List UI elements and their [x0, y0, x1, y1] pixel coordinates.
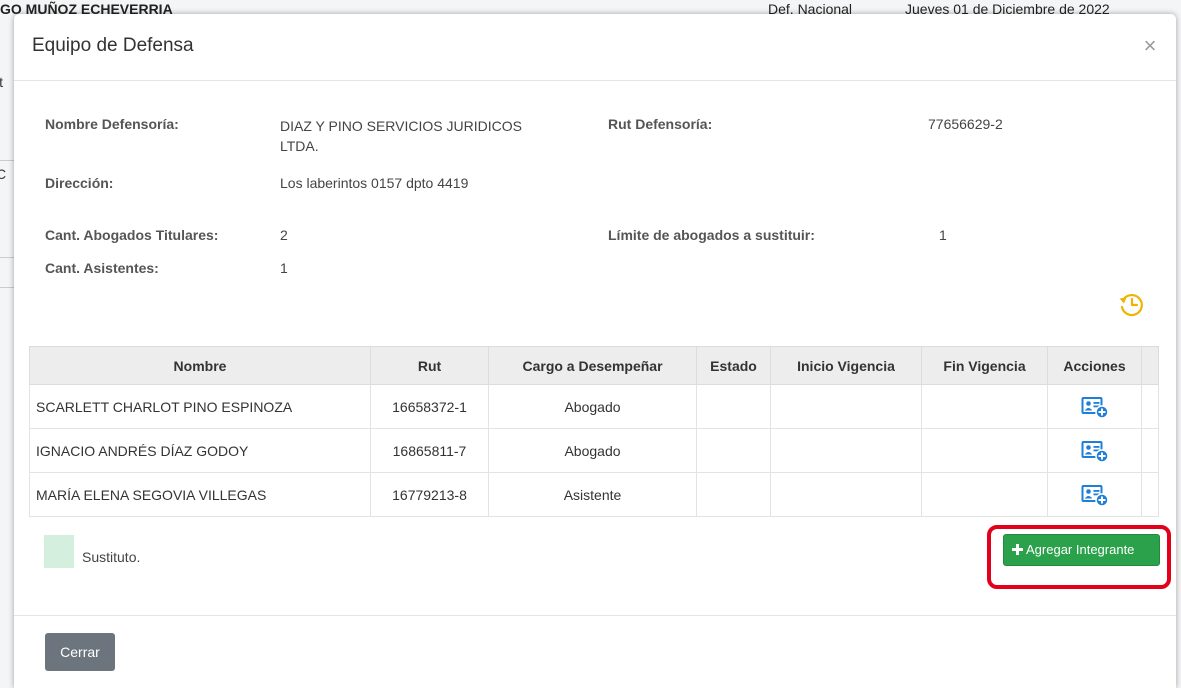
- cell-cargo: Asistente: [488, 472, 697, 517]
- limite-abogados-value: 1: [939, 227, 947, 243]
- plus-icon: [1012, 544, 1023, 555]
- background-divider: [0, 287, 14, 288]
- cell-spacer: [1141, 384, 1159, 429]
- rut-defensoria-value: 77656629-2: [928, 116, 1003, 132]
- cell-acciones: [1047, 384, 1142, 429]
- modal-footer-divider: [14, 615, 1176, 616]
- cell-estado: [696, 428, 771, 473]
- nombre-defensoria-label: Nombre Defensoría:: [45, 116, 179, 132]
- cell-estado: [696, 472, 771, 517]
- add-user-card-icon[interactable]: [1081, 395, 1109, 419]
- cell-inicio-vigencia: [770, 472, 922, 517]
- column-header-nombre[interactable]: Nombre: [29, 346, 371, 385]
- cerrar-button[interactable]: Cerrar: [45, 633, 115, 671]
- cell-fin-vigencia: [921, 384, 1048, 429]
- team-table: Nombre Rut Cargo a Desempeñar Estado Ini…: [29, 346, 1159, 517]
- column-header-fin-vigencia[interactable]: Fin Vigencia: [921, 346, 1048, 385]
- column-header-estado[interactable]: Estado: [696, 346, 771, 385]
- background-divider: [0, 257, 14, 258]
- cell-nombre: IGNACIO ANDRÉS DÍAZ GODOY: [29, 428, 371, 473]
- history-clock-icon[interactable]: [1117, 290, 1145, 318]
- cell-fin-vigencia: [921, 428, 1048, 473]
- cell-nombre: SCARLETT CHARLOT PINO ESPINOZA: [29, 384, 371, 429]
- sustituto-color-swatch: [44, 535, 74, 568]
- table-row: IGNACIO ANDRÉS DÍAZ GODOY 16865811-7 Abo…: [29, 428, 1159, 473]
- agregar-integrante-button[interactable]: Agregar Integrante: [1003, 534, 1160, 566]
- cell-spacer: [1141, 428, 1159, 473]
- background-date: Jueves 01 de Diciembre de 2022: [905, 1, 1110, 14]
- column-header-acciones: Acciones: [1047, 346, 1142, 385]
- background-header: GO MUÑOZ ECHEVERRIA Def. Nacional Jueves…: [0, 0, 1181, 14]
- asistentes-label: Cant. Asistentes:: [45, 260, 159, 276]
- background-text-fragment: C: [0, 166, 7, 182]
- background-user-name: GO MUÑOZ ECHEVERRIA: [0, 1, 173, 14]
- close-icon[interactable]: ×: [1140, 34, 1160, 58]
- cell-acciones: [1047, 428, 1142, 473]
- background-text-fragment: it: [0, 74, 3, 90]
- cell-cargo: Abogado: [488, 384, 697, 429]
- column-header-inicio-vigencia[interactable]: Inicio Vigencia: [770, 346, 922, 385]
- sustituto-legend-label: Sustituto.: [82, 549, 141, 565]
- abogados-titulares-label: Cant. Abogados Titulares:: [45, 227, 219, 243]
- cell-inicio-vigencia: [770, 428, 922, 473]
- cell-spacer: [1141, 472, 1159, 517]
- equipo-defensa-modal: Equipo de Defensa × Nombre Defensoría: D…: [14, 14, 1176, 688]
- cell-rut: 16865811-7: [370, 428, 489, 473]
- rut-defensoria-label: Rut Defensoría:: [608, 116, 713, 132]
- direccion-value: Los laberintos 0157 dpto 4419: [280, 175, 469, 191]
- add-user-card-icon[interactable]: [1081, 483, 1109, 507]
- table-header-row: Nombre Rut Cargo a Desempeñar Estado Ini…: [29, 346, 1159, 385]
- cell-rut: 16658372-1: [370, 384, 489, 429]
- limite-abogados-label: Límite de abogados a sustituir:: [608, 227, 815, 243]
- background-divider: [0, 160, 14, 161]
- cell-fin-vigencia: [921, 472, 1048, 517]
- modal-title: Equipo de Defensa: [32, 35, 194, 56]
- asistentes-value: 1: [280, 260, 288, 276]
- column-header-rut[interactable]: Rut: [370, 346, 489, 385]
- table-row: SCARLETT CHARLOT PINO ESPINOZA 16658372-…: [29, 384, 1159, 429]
- agregar-integrante-label: Agregar Integrante: [1026, 542, 1135, 557]
- table-row: MARÍA ELENA SEGOVIA VILLEGAS 16779213-8 …: [29, 472, 1159, 517]
- background-role: Def. Nacional: [768, 1, 853, 14]
- cell-inicio-vigencia: [770, 384, 922, 429]
- modal-header: Equipo de Defensa ×: [14, 14, 1176, 81]
- direccion-label: Dirección:: [45, 175, 114, 191]
- cell-rut: 16779213-8: [370, 472, 489, 517]
- cell-estado: [696, 384, 771, 429]
- column-header-spacer: [1141, 346, 1159, 385]
- cell-acciones: [1047, 472, 1142, 517]
- abogados-titulares-value: 2: [280, 227, 288, 243]
- add-user-card-icon[interactable]: [1081, 439, 1109, 463]
- cell-nombre: MARÍA ELENA SEGOVIA VILLEGAS: [29, 472, 371, 517]
- column-header-cargo[interactable]: Cargo a Desempeñar: [488, 346, 697, 385]
- nombre-defensoria-value: DIAZ Y PINO SERVICIOS JURIDICOS LTDA.: [280, 118, 522, 154]
- cell-cargo: Abogado: [488, 428, 697, 473]
